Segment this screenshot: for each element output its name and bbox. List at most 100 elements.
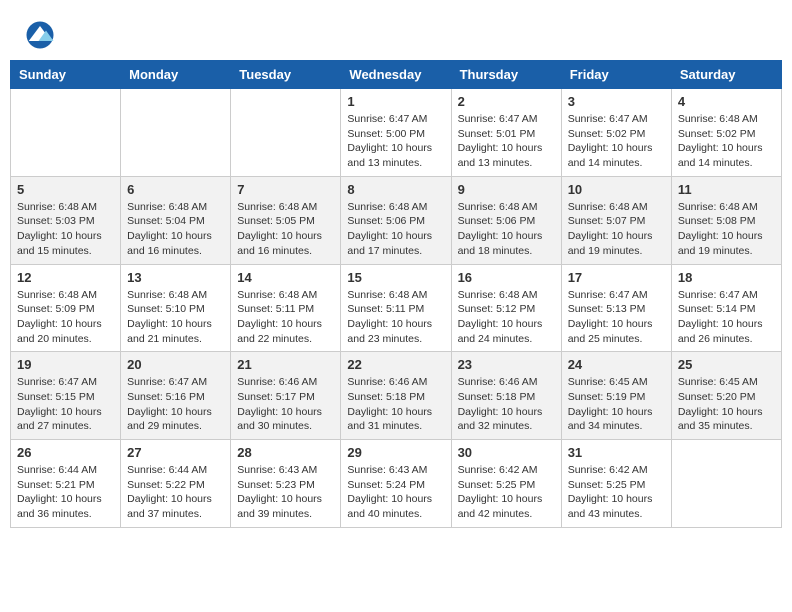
- day-number: 12: [17, 270, 114, 285]
- calendar-cell: [121, 89, 231, 177]
- day-info: Sunrise: 6:43 AM Sunset: 5:23 PM Dayligh…: [237, 463, 334, 522]
- calendar-cell: 30 Sunrise: 6:42 AM Sunset: 5:25 PM Dayli…: [451, 440, 561, 528]
- day-number: 15: [347, 270, 444, 285]
- calendar-cell: 10 Sunrise: 6:48 AM Sunset: 5:07 PM Dayli…: [561, 176, 671, 264]
- day-info: Sunrise: 6:42 AM Sunset: 5:25 PM Dayligh…: [458, 463, 555, 522]
- day-number: 29: [347, 445, 444, 460]
- day-info: Sunrise: 6:48 AM Sunset: 5:06 PM Dayligh…: [347, 200, 444, 259]
- day-number: 13: [127, 270, 224, 285]
- day-info: Sunrise: 6:48 AM Sunset: 5:07 PM Dayligh…: [568, 200, 665, 259]
- calendar-header-thursday: Thursday: [451, 61, 561, 89]
- day-number: 30: [458, 445, 555, 460]
- day-number: 19: [17, 357, 114, 372]
- day-number: 28: [237, 445, 334, 460]
- day-number: 10: [568, 182, 665, 197]
- calendar-cell: 1Sunrise: 6:47 AM Sunset: 5:00 PM Daylig…: [341, 89, 451, 177]
- day-number: 5: [17, 182, 114, 197]
- day-number: 1: [347, 94, 444, 109]
- calendar-cell: 4 Sunrise: 6:48 AM Sunset: 5:02 PM Daylig…: [671, 89, 781, 177]
- calendar-cell: 26 Sunrise: 6:44 AM Sunset: 5:21 PM Dayli…: [11, 440, 121, 528]
- day-info: Sunrise: 6:46 AM Sunset: 5:18 PM Dayligh…: [458, 375, 555, 434]
- day-number: 7: [237, 182, 334, 197]
- day-info: Sunrise: 6:46 AM Sunset: 5:17 PM Dayligh…: [237, 375, 334, 434]
- calendar-cell: 2 Sunrise: 6:47 AM Sunset: 5:01 PM Daylig…: [451, 89, 561, 177]
- day-info: Sunrise: 6:48 AM Sunset: 5:04 PM Dayligh…: [127, 200, 224, 259]
- day-info: Sunrise: 6:47 AM Sunset: 5:02 PM Dayligh…: [568, 112, 665, 171]
- day-info: Sunrise: 6:47 AM Sunset: 5:01 PM Dayligh…: [458, 112, 555, 171]
- day-number: 27: [127, 445, 224, 460]
- logo: [25, 20, 57, 50]
- calendar-week-row: 19 Sunrise: 6:47 AM Sunset: 5:15 PM Dayli…: [11, 352, 782, 440]
- day-number: 18: [678, 270, 775, 285]
- calendar-cell: 18 Sunrise: 6:47 AM Sunset: 5:14 PM Dayli…: [671, 264, 781, 352]
- day-number: 8: [347, 182, 444, 197]
- calendar-cell: 23 Sunrise: 6:46 AM Sunset: 5:18 PM Dayli…: [451, 352, 561, 440]
- day-info: Sunrise: 6:47 AM Sunset: 5:14 PM Dayligh…: [678, 288, 775, 347]
- calendar-header-sunday: Sunday: [11, 61, 121, 89]
- day-info: Sunrise: 6:45 AM Sunset: 5:20 PM Dayligh…: [678, 375, 775, 434]
- calendar-cell: 11 Sunrise: 6:48 AM Sunset: 5:08 PM Dayli…: [671, 176, 781, 264]
- day-info: Sunrise: 6:47 AM Sunset: 5:16 PM Dayligh…: [127, 375, 224, 434]
- day-info: Sunrise: 6:48 AM Sunset: 5:09 PM Dayligh…: [17, 288, 114, 347]
- page-header: [10, 10, 782, 60]
- calendar-header-wednesday: Wednesday: [341, 61, 451, 89]
- day-info: Sunrise: 6:44 AM Sunset: 5:22 PM Dayligh…: [127, 463, 224, 522]
- day-info: Sunrise: 6:45 AM Sunset: 5:19 PM Dayligh…: [568, 375, 665, 434]
- day-number: 22: [347, 357, 444, 372]
- calendar-cell: 29 Sunrise: 6:43 AM Sunset: 5:24 PM Dayli…: [341, 440, 451, 528]
- calendar-header-friday: Friday: [561, 61, 671, 89]
- day-info: Sunrise: 6:47 AM Sunset: 5:13 PM Dayligh…: [568, 288, 665, 347]
- calendar-cell: 19 Sunrise: 6:47 AM Sunset: 5:15 PM Dayli…: [11, 352, 121, 440]
- day-number: 11: [678, 182, 775, 197]
- day-number: 14: [237, 270, 334, 285]
- day-number: 23: [458, 357, 555, 372]
- calendar-cell: 17 Sunrise: 6:47 AM Sunset: 5:13 PM Dayli…: [561, 264, 671, 352]
- calendar-cell: 14Sunrise: 6:48 AM Sunset: 5:11 PM Dayli…: [231, 264, 341, 352]
- calendar-table: SundayMondayTuesdayWednesdayThursdayFrid…: [10, 60, 782, 528]
- calendar-week-row: 5 Sunrise: 6:48 AM Sunset: 5:03 PM Daylig…: [11, 176, 782, 264]
- calendar-header-row: SundayMondayTuesdayWednesdayThursdayFrid…: [11, 61, 782, 89]
- calendar-cell: [671, 440, 781, 528]
- calendar-header-tuesday: Tuesday: [231, 61, 341, 89]
- calendar-cell: 3Sunrise: 6:47 AM Sunset: 5:02 PM Daylig…: [561, 89, 671, 177]
- day-info: Sunrise: 6:43 AM Sunset: 5:24 PM Dayligh…: [347, 463, 444, 522]
- day-info: Sunrise: 6:48 AM Sunset: 5:10 PM Dayligh…: [127, 288, 224, 347]
- day-number: 4: [678, 94, 775, 109]
- calendar-cell: 5 Sunrise: 6:48 AM Sunset: 5:03 PM Daylig…: [11, 176, 121, 264]
- calendar-cell: 8 Sunrise: 6:48 AM Sunset: 5:06 PM Daylig…: [341, 176, 451, 264]
- day-number: 26: [17, 445, 114, 460]
- calendar-cell: 21Sunrise: 6:46 AM Sunset: 5:17 PM Dayli…: [231, 352, 341, 440]
- day-info: Sunrise: 6:47 AM Sunset: 5:15 PM Dayligh…: [17, 375, 114, 434]
- calendar-cell: 16 Sunrise: 6:48 AM Sunset: 5:12 PM Dayli…: [451, 264, 561, 352]
- calendar-cell: 9Sunrise: 6:48 AM Sunset: 5:06 PM Daylig…: [451, 176, 561, 264]
- calendar-cell: 12 Sunrise: 6:48 AM Sunset: 5:09 PM Dayli…: [11, 264, 121, 352]
- calendar-cell: 31 Sunrise: 6:42 AM Sunset: 5:25 PM Dayli…: [561, 440, 671, 528]
- day-number: 25: [678, 357, 775, 372]
- day-number: 2: [458, 94, 555, 109]
- day-number: 20: [127, 357, 224, 372]
- day-info: Sunrise: 6:48 AM Sunset: 5:02 PM Dayligh…: [678, 112, 775, 171]
- day-number: 16: [458, 270, 555, 285]
- day-number: 6: [127, 182, 224, 197]
- day-info: Sunrise: 6:48 AM Sunset: 5:03 PM Dayligh…: [17, 200, 114, 259]
- calendar-cell: 28 Sunrise: 6:43 AM Sunset: 5:23 PM Dayli…: [231, 440, 341, 528]
- day-info: Sunrise: 6:48 AM Sunset: 5:11 PM Dayligh…: [347, 288, 444, 347]
- calendar-cell: 25 Sunrise: 6:45 AM Sunset: 5:20 PM Dayli…: [671, 352, 781, 440]
- day-number: 17: [568, 270, 665, 285]
- calendar-week-row: 1Sunrise: 6:47 AM Sunset: 5:00 PM Daylig…: [11, 89, 782, 177]
- calendar-cell: [11, 89, 121, 177]
- calendar-cell: 6 Sunrise: 6:48 AM Sunset: 5:04 PM Daylig…: [121, 176, 231, 264]
- day-number: 24: [568, 357, 665, 372]
- day-info: Sunrise: 6:44 AM Sunset: 5:21 PM Dayligh…: [17, 463, 114, 522]
- day-number: 31: [568, 445, 665, 460]
- calendar-week-row: 12 Sunrise: 6:48 AM Sunset: 5:09 PM Dayli…: [11, 264, 782, 352]
- day-info: Sunrise: 6:42 AM Sunset: 5:25 PM Dayligh…: [568, 463, 665, 522]
- calendar-cell: 20 Sunrise: 6:47 AM Sunset: 5:16 PM Dayli…: [121, 352, 231, 440]
- calendar-cell: [231, 89, 341, 177]
- day-info: Sunrise: 6:48 AM Sunset: 5:06 PM Dayligh…: [458, 200, 555, 259]
- day-info: Sunrise: 6:48 AM Sunset: 5:08 PM Dayligh…: [678, 200, 775, 259]
- calendar-cell: 13 Sunrise: 6:48 AM Sunset: 5:10 PM Dayli…: [121, 264, 231, 352]
- calendar-week-row: 26 Sunrise: 6:44 AM Sunset: 5:21 PM Dayli…: [11, 440, 782, 528]
- calendar-cell: 7Sunrise: 6:48 AM Sunset: 5:05 PM Daylig…: [231, 176, 341, 264]
- day-info: Sunrise: 6:48 AM Sunset: 5:12 PM Dayligh…: [458, 288, 555, 347]
